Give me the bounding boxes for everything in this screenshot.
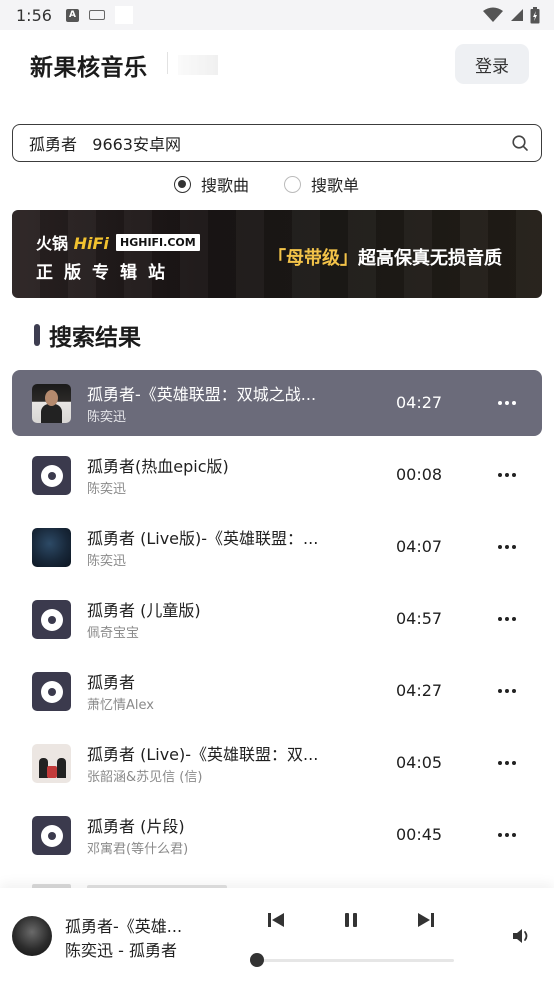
more-icon[interactable] <box>498 826 516 844</box>
previous-icon[interactable] <box>266 910 286 930</box>
radio-label: 搜歌曲 <box>201 176 250 195</box>
album-cover <box>32 744 71 783</box>
volume-icon[interactable] <box>511 927 533 945</box>
song-row[interactable]: 孤勇者-《英雄联盟：双城之战... 陈奕迅 04:27 <box>12 370 542 436</box>
song-duration: 04:07 <box>396 537 443 556</box>
radio-unselected-icon <box>284 175 301 193</box>
song-row[interactable]: 孤勇者(热血epic版) 陈奕迅 00:08 <box>12 442 542 508</box>
search-icon[interactable] <box>511 134 529 152</box>
progress-slider[interactable] <box>250 953 454 967</box>
next-icon[interactable] <box>416 910 436 930</box>
status-bar: 1:56 A <box>0 0 554 30</box>
search-bar <box>12 124 542 162</box>
player-artist: 陈奕迅 - 孤勇者 <box>65 941 177 960</box>
disc-icon <box>32 600 71 639</box>
disc-icon <box>32 816 71 855</box>
section-heading: 搜索结果 <box>34 318 141 352</box>
app-header: 新果核音乐 登录 <box>0 30 554 100</box>
keyboard-icon <box>88 10 105 20</box>
song-artist: 邓寓君(等什么君) <box>87 842 189 857</box>
song-duration: 04:27 <box>396 393 443 412</box>
section-accent-bar <box>34 324 40 346</box>
song-row[interactable]: 孤勇者 (Live版)-《英雄联盟：... 陈奕迅 04:07 <box>12 514 542 580</box>
banner-brand: 火锅 HiFi <box>36 234 109 253</box>
more-icon[interactable] <box>498 394 516 412</box>
song-artist: 佩奇宝宝 <box>87 626 140 641</box>
search-type-selector: 搜歌曲 搜歌单 <box>0 172 554 196</box>
battery-icon <box>530 6 540 23</box>
song-row[interactable]: 孤勇者 (Live)-《英雄联盟：双... 张韶涵&苏见信 (信) 04:05 <box>12 730 542 796</box>
more-icon[interactable] <box>498 538 516 556</box>
banner-slogan: 「母带级」超高保真无损音质 <box>268 248 502 269</box>
song-duration: 04:27 <box>396 681 443 700</box>
song-row[interactable]: 孤勇者 (儿童版) 佩奇宝宝 04:57 <box>12 586 542 652</box>
song-row[interactable]: 孤勇者 萧忆情Alex 04:27 <box>12 658 542 724</box>
banner-subtitle: 正版专辑站 <box>36 263 176 283</box>
promo-banner[interactable]: 火锅 HiFi HGHIFI.COM 正版专辑站 「母带级」超高保真无损音质 <box>12 210 542 298</box>
radio-search-playlists[interactable]: 搜歌单 <box>284 172 359 196</box>
more-icon[interactable] <box>498 754 516 772</box>
song-artist: 陈奕迅 <box>87 554 127 569</box>
progress-knob[interactable] <box>250 953 264 967</box>
pause-icon[interactable] <box>341 910 361 930</box>
section-title: 搜索结果 <box>49 325 141 351</box>
song-artist: 陈奕迅 <box>87 410 127 425</box>
album-cover <box>32 528 71 567</box>
song-artist: 陈奕迅 <box>87 482 127 497</box>
search-input[interactable] <box>29 133 511 153</box>
album-cover <box>32 384 71 423</box>
radio-label: 搜歌单 <box>311 176 360 195</box>
radio-search-songs[interactable]: 搜歌曲 <box>174 172 249 196</box>
song-row[interactable]: 孤勇者 (片段) 邓寓君(等什么君) 00:45 <box>12 802 542 868</box>
disc-icon <box>32 456 71 495</box>
song-title: 孤勇者 <box>87 673 136 692</box>
more-icon[interactable] <box>498 466 516 484</box>
blank-notification-icon <box>114 6 133 24</box>
title-placeholder <box>178 55 218 75</box>
more-icon[interactable] <box>498 682 516 700</box>
song-title: 孤勇者 (儿童版) <box>87 601 201 620</box>
song-duration: 04:57 <box>396 609 443 628</box>
mini-player: 孤勇者-《英雄... 陈奕迅 - 孤勇者 <box>0 888 554 984</box>
banner-tag: HGHIFI.COM <box>116 234 200 251</box>
status-time: 1:56 <box>16 5 52 25</box>
song-list: 孤勇者-《英雄联盟：双城之战... 陈奕迅 04:27 孤勇者(热血epic版)… <box>12 370 542 874</box>
radio-selected-icon <box>174 175 191 193</box>
login-button[interactable]: 登录 <box>455 44 529 84</box>
song-title: 孤勇者-《英雄联盟：双城之战... <box>87 385 317 404</box>
song-title: 孤勇者 (片段) <box>87 817 185 836</box>
player-title: 孤勇者-《英雄... <box>65 917 183 936</box>
player-cover[interactable] <box>12 916 52 956</box>
song-title: 孤勇者 (Live)-《英雄联盟：双... <box>87 745 319 764</box>
signal-icon <box>511 9 523 21</box>
disc-icon <box>32 672 71 711</box>
more-icon[interactable] <box>498 610 516 628</box>
a-notification-icon: A <box>65 8 79 22</box>
title-divider <box>167 52 168 74</box>
song-duration: 00:08 <box>396 465 443 484</box>
app-title: 新果核音乐 <box>30 55 148 81</box>
song-duration: 00:45 <box>396 825 443 844</box>
song-title: 孤勇者 (Live版)-《英雄联盟：... <box>87 529 319 548</box>
wifi-icon <box>483 7 503 22</box>
song-artist: 张韶涵&苏见信 (信) <box>87 770 203 785</box>
song-duration: 04:05 <box>396 753 443 772</box>
song-title: 孤勇者(热血epic版) <box>87 457 229 476</box>
song-artist: 萧忆情Alex <box>87 698 154 713</box>
